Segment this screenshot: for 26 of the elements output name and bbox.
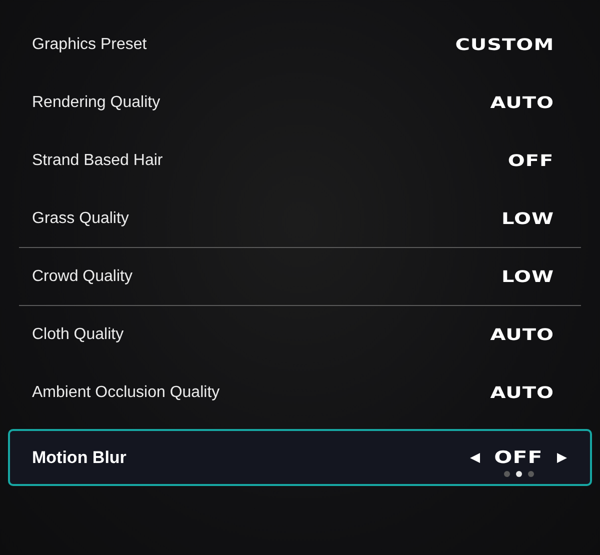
setting-label: Graphics Preset <box>32 34 147 54</box>
setting-value: LOW <box>501 266 554 288</box>
setting-row[interactable]: Ambient Occlusion Quality AUTO <box>19 364 581 421</box>
setting-value: CUSTOM <box>455 34 554 56</box>
setting-value: AUTO <box>490 324 554 346</box>
setting-label: Strand Based Hair <box>32 150 163 170</box>
setting-value: OFF <box>508 150 554 172</box>
setting-row[interactable]: Cloth Quality AUTO <box>19 306 581 363</box>
right-arrow-icon[interactable] <box>556 452 568 464</box>
setting-row[interactable]: Strand Based Hair OFF <box>19 132 581 189</box>
setting-value: AUTO <box>490 92 554 114</box>
left-arrow-icon[interactable] <box>469 452 482 464</box>
setting-value: AUTO <box>490 382 554 404</box>
setting-label: Ambient Occlusion Quality <box>32 382 220 402</box>
setting-value: LOW <box>501 208 554 230</box>
setting-label: Rendering Quality <box>32 92 160 112</box>
setting-row[interactable]: Crowd Quality LOW <box>19 248 581 305</box>
setting-row[interactable]: Rendering Quality AUTO <box>19 74 581 131</box>
setting-label: Crowd Quality <box>32 266 132 286</box>
setting-label: Grass Quality <box>32 208 129 228</box>
setting-row[interactable]: Graphics Preset CUSTOM <box>19 16 581 73</box>
setting-value: OFF <box>494 448 543 468</box>
setting-label: Cloth Quality <box>32 324 124 344</box>
setting-row[interactable]: Grass Quality LOW <box>19 190 581 247</box>
focused-setting-row[interactable]: Motion Blur OFF <box>8 429 592 486</box>
setting-label: Motion Blur <box>32 446 126 469</box>
